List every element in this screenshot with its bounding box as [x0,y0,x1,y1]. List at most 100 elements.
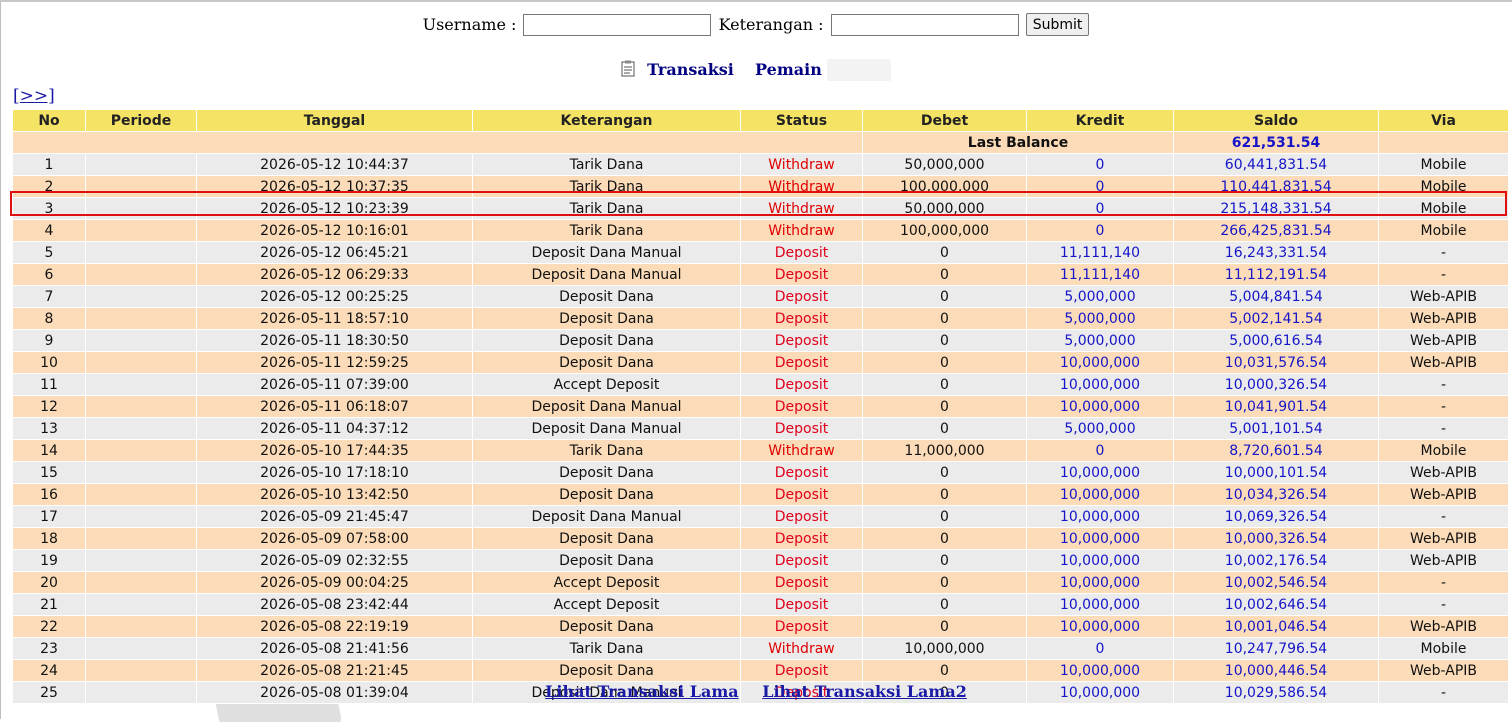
cell-periode [85,153,197,176]
table-row: 15 2026-05-10 17:18:10 Deposit Dana Deposit… [12,461,1509,484]
cell-kredit: 0 [1026,637,1174,660]
cell-via: Mobile [1378,197,1509,220]
cell-saldo: 110,441,831.54 [1173,175,1379,198]
cell-kredit: 10,000,000 [1026,615,1174,638]
cell-keterangan: Accept Deposit [472,571,741,594]
cell-status: Deposit [740,329,863,352]
cell-saldo: 10,069,326.54 [1173,505,1379,528]
cell-status: Withdraw [740,153,863,176]
cell-via: Mobile [1378,219,1509,242]
cell-periode [85,461,197,484]
cell-status: Deposit [740,483,863,506]
table-row: 22 2026-05-08 22:19:19 Deposit Dana Deposit… [12,615,1509,638]
cell-keterangan: Tarik Dana [472,175,741,198]
cell-tanggal: 2026-05-12 00:25:25 [196,285,473,308]
cell-periode [85,263,197,286]
cell-keterangan: Tarik Dana [472,153,741,176]
cell-no: 5 [12,241,86,264]
cell-no: 7 [12,285,86,308]
old-transactions-link-2[interactable]: Lihat Transaksi Lama2 [762,682,967,701]
cell-tanggal: 2026-05-12 06:29:33 [196,263,473,286]
page-title: Transaksi Pemain [0,59,1512,81]
last-balance-value: 621,531.54 [1173,131,1379,154]
table-row: 17 2026-05-09 21:45:47 Deposit Dana Manual… [12,505,1509,528]
cell-no: 19 [12,549,86,572]
cell-debet: 50,000,000 [862,197,1027,220]
cell-no: 24 [12,659,86,682]
transaction-table: No Periode Tanggal Keterangan Status Deb… [12,109,1509,704]
cell-kredit: 10,000,000 [1026,373,1174,396]
cell-status: Deposit [740,307,863,330]
cell-debet: 0 [862,241,1027,264]
cell-saldo: 10,041,901.54 [1173,395,1379,418]
cell-saldo: 5,004,841.54 [1173,285,1379,308]
cell-periode [85,395,197,418]
col-header-kredit: Kredit [1026,109,1174,132]
cell-saldo: 215,148,331.54 [1173,197,1379,220]
table-row: 12 2026-05-11 06:18:07 Deposit Dana Manual… [12,395,1509,418]
cell-keterangan: Deposit Dana [472,329,741,352]
cell-status: Deposit [740,505,863,528]
table-row: 21 2026-05-08 23:42:44 Accept Deposit Depos… [12,593,1509,616]
table-header-row: No Periode Tanggal Keterangan Status Deb… [12,109,1509,132]
cell-debet: 10,000,000 [862,637,1027,660]
cell-no: 1 [12,153,86,176]
cell-status: Withdraw [740,175,863,198]
cell-saldo: 10,001,046.54 [1173,615,1379,638]
cell-status: Deposit [740,395,863,418]
table-row: 3 2026-05-12 10:23:39 Tarik Dana Withdraw 50… [12,197,1509,220]
cell-kredit: 10,000,000 [1026,571,1174,594]
username-input[interactable] [523,13,712,36]
cell-tanggal: 2026-05-12 06:45:21 [196,241,473,264]
cell-tanggal: 2026-05-08 22:19:19 [196,615,473,638]
cell-via: Mobile [1378,175,1509,198]
cell-tanggal: 2026-05-08 23:42:44 [196,593,473,616]
cell-keterangan: Deposit Dana [472,527,741,550]
cell-status: Withdraw [740,219,863,242]
cell-saldo: 60,441,831.54 [1173,153,1379,176]
title-transaksi: Transaksi [647,60,734,79]
cell-kredit: 10,000,000 [1026,505,1174,528]
cell-debet: 0 [862,307,1027,330]
cell-periode [85,307,197,330]
cell-debet: 0 [862,505,1027,528]
cell-tanggal: 2026-05-11 04:37:12 [196,417,473,440]
cell-keterangan: Accept Deposit [472,593,741,616]
cell-no: 23 [12,637,86,660]
cell-periode [85,637,197,660]
cell-via: - [1378,395,1509,418]
cell-via: Web-APIB [1378,527,1509,550]
cell-no: 8 [12,307,86,330]
col-header-debet: Debet [862,109,1027,132]
cell-debet: 0 [862,395,1027,418]
keterangan-input[interactable] [830,13,1019,36]
cell-via: - [1378,241,1509,264]
username-label: Username : [422,15,517,34]
col-header-status: Status [740,109,863,132]
next-page-link[interactable]: [>>] [13,86,55,106]
cell-kredit: 10,000,000 [1026,659,1174,682]
cell-periode [85,329,197,352]
cell-via: Web-APIB [1378,351,1509,374]
cell-status: Deposit [740,417,863,440]
title-pemain: Pemain [755,60,822,79]
cell-kredit: 0 [1026,153,1174,176]
cell-tanggal: 2026-05-11 18:30:50 [196,329,473,352]
table-row: 10 2026-05-11 12:59:25 Deposit Dana Deposit… [12,351,1509,374]
table-row: 11 2026-05-11 07:39:00 Accept Deposit Depos… [12,373,1509,396]
cell-tanggal: 2026-05-09 00:04:25 [196,571,473,594]
cell-periode [85,659,197,682]
cell-periode [85,175,197,198]
cell-debet: 50,000,000 [862,153,1027,176]
submit-button[interactable]: Submit [1025,13,1090,36]
footer-links: Lihat Transaksi Lama Lihat Transaksi Lam… [0,682,1512,701]
cell-keterangan: Deposit Dana Manual [472,263,741,286]
old-transactions-link[interactable]: Lihat Transaksi Lama [545,682,739,701]
cell-keterangan: Deposit Dana [472,483,741,506]
cell-kredit: 0 [1026,175,1174,198]
table-row: 8 2026-05-11 18:57:10 Deposit Dana Deposit 0… [12,307,1509,330]
table-row: 7 2026-05-12 00:25:25 Deposit Dana Deposit 0… [12,285,1509,308]
cell-debet: 0 [862,373,1027,396]
cell-kredit: 10,000,000 [1026,549,1174,572]
cell-tanggal: 2026-05-12 10:44:37 [196,153,473,176]
